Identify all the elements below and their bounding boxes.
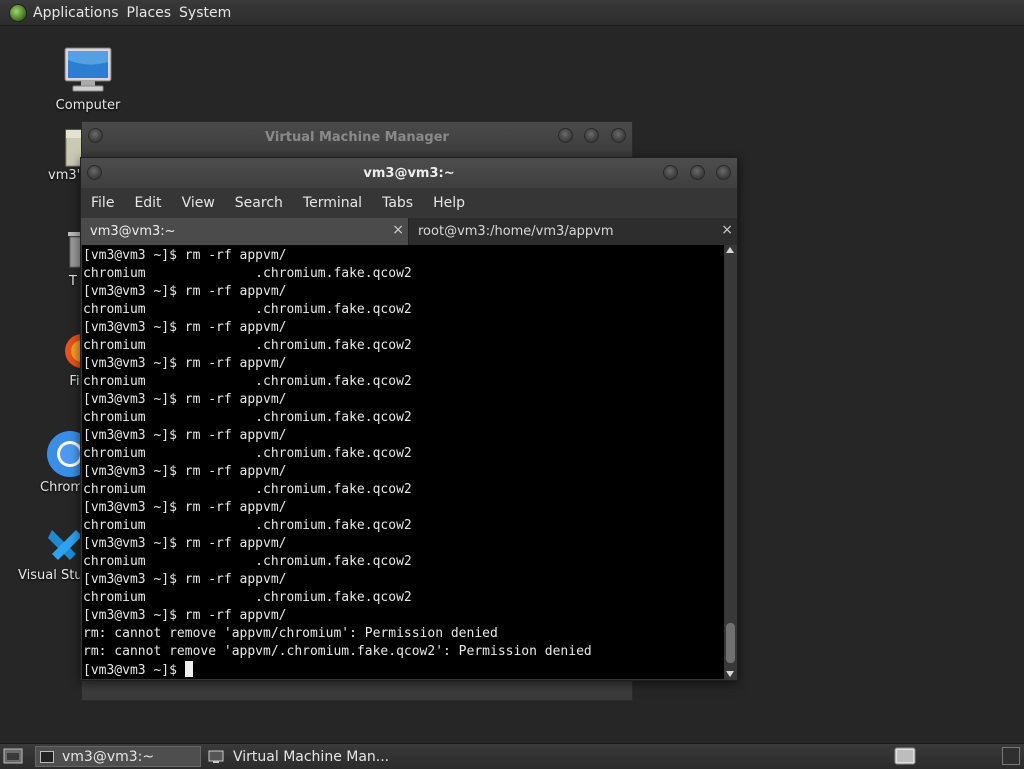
scrollbar-thumb[interactable] (726, 623, 735, 663)
terminal-line: [vm3@vm3 ~]$ rm -rf appvm/ (83, 356, 287, 371)
terminal-line: chromium .chromium.fake.qcow2 (83, 266, 412, 281)
close-button[interactable] (611, 128, 626, 143)
terminal-prompt: [vm3@vm3 ~]$ (83, 663, 185, 678)
menu-edit[interactable]: Edit (134, 195, 161, 211)
desktop-icon-home[interactable]: vm3' (48, 128, 85, 183)
terminal-output: [vm3@vm3 ~]$ rm -rf appvm/chromium .chro… (82, 245, 724, 679)
desktop-icon-label: vm3' (48, 168, 81, 183)
menu-search[interactable]: Search (235, 195, 283, 211)
window-menu-button[interactable] (87, 165, 102, 180)
maximize-button[interactable] (690, 165, 705, 180)
maximize-button[interactable] (584, 128, 599, 143)
desktop-icon-computer[interactable]: Computer (52, 46, 124, 113)
terminal-line: [vm3@vm3 ~]$ rm -rf appvm/ (83, 248, 287, 263)
terminal-line: chromium .chromium.fake.qcow2 (83, 338, 412, 353)
terminal-window[interactable]: vm3@vm3:~ File Edit View Search Terminal… (80, 157, 738, 681)
terminal-line: [vm3@vm3 ~]$ rm -rf appvm/ (83, 500, 287, 515)
terminal-line: chromium .chromium.fake.qcow2 (83, 410, 412, 425)
scroll-up-arrow-icon[interactable] (726, 247, 734, 253)
minimize-button[interactable] (663, 165, 678, 180)
workspace-switcher-icon[interactable] (894, 747, 916, 765)
taskbar-item-label: vm3@vm3:~ (62, 748, 155, 765)
terminal-line: chromium .chromium.fake.qcow2 (83, 302, 412, 317)
terminal-tabbar: vm3@vm3:~ × root@vm3:/home/vm3/appvm × (81, 218, 737, 245)
close-tab-icon[interactable]: × (392, 222, 404, 238)
distro-logo-icon[interactable] (9, 3, 27, 22)
terminal-icon (40, 750, 54, 763)
desktop-icon-label: Chrom (40, 480, 83, 495)
taskbar-item-terminal[interactable]: vm3@vm3:~ (35, 746, 201, 767)
tab-root-appvm[interactable]: root@vm3:/home/vm3/appvm × (409, 218, 737, 245)
taskbar-item-vmm[interactable]: Virtual Machine Man... (204, 746, 394, 767)
applications-menu[interactable]: Applications (33, 5, 119, 21)
terminal-line: [vm3@vm3 ~]$ rm -rf appvm/ (83, 572, 287, 587)
show-desktop-icon[interactable] (3, 747, 23, 765)
close-button[interactable] (716, 165, 731, 180)
menu-file[interactable]: File (91, 195, 114, 211)
vmm-title: Virtual Machine Manager (265, 129, 449, 145)
menu-help[interactable]: Help (433, 195, 465, 211)
menu-tabs[interactable]: Tabs (382, 195, 413, 211)
desktop-icon-label: Computer (55, 98, 121, 113)
computer-icon (64, 47, 112, 92)
terminal-line: chromium .chromium.fake.qcow2 (83, 482, 412, 497)
menu-view[interactable]: View (182, 195, 215, 211)
bottom-panel: vm3@vm3:~ Virtual Machine Man... (0, 743, 1024, 769)
terminal-line: [vm3@vm3 ~]$ rm -rf appvm/ (83, 536, 287, 551)
terminal-scrollbar[interactable] (724, 245, 737, 680)
terminal-line: chromium .chromium.fake.qcow2 (83, 446, 412, 461)
text-cursor (184, 661, 193, 677)
vmm-titlebar[interactable]: Virtual Machine Manager (82, 122, 632, 152)
taskbar-item-label: Virtual Machine Man... (233, 748, 390, 765)
notification-area[interactable] (1002, 747, 1020, 765)
terminal-line: chromium .chromium.fake.qcow2 (83, 518, 412, 533)
terminal-line: chromium .chromium.fake.qcow2 (83, 554, 412, 569)
desktop-icon-vscode[interactable]: Visual Stuc (18, 524, 90, 583)
terminal-titlebar[interactable]: vm3@vm3:~ (81, 158, 737, 188)
terminal-line: [vm3@vm3 ~]$ rm -rf appvm/ (83, 608, 287, 623)
tab-vm3-home[interactable]: vm3@vm3:~ × (81, 218, 409, 245)
desktop-icon-chromium[interactable]: Chrom (40, 428, 93, 495)
window-menu-button[interactable] (88, 128, 103, 143)
terminal-line: [vm3@vm3 ~]$ rm -rf appvm/ (83, 320, 287, 335)
system-menu[interactable]: System (179, 5, 231, 21)
chromium-icon (47, 431, 93, 477)
places-menu[interactable]: Places (127, 5, 172, 21)
terminal-line: rm: cannot remove 'appvm/chromium': Perm… (83, 626, 498, 641)
menu-terminal[interactable]: Terminal (303, 195, 362, 211)
terminal-line: [vm3@vm3 ~]$ rm -rf appvm/ (83, 284, 287, 299)
close-tab-icon[interactable]: × (721, 222, 733, 238)
terminal-line: [vm3@vm3 ~]$ rm -rf appvm/ (83, 428, 287, 443)
tab-label: root@vm3:/home/vm3/appvm (418, 224, 614, 239)
terminal-line: chromium .chromium.fake.qcow2 (83, 374, 412, 389)
terminal-line: [vm3@vm3 ~]$ rm -rf appvm/ (83, 392, 287, 407)
terminal-prompt-line: [vm3@vm3 ~]$ (83, 661, 724, 679)
terminal-menubar: File Edit View Search Terminal Tabs Help (81, 188, 737, 218)
terminal-line: chromium .chromium.fake.qcow2 (83, 590, 412, 605)
vscode-icon (48, 530, 82, 560)
top-panel: Applications Places System (0, 0, 1024, 26)
terminal-line: [vm3@vm3 ~]$ rm -rf appvm/ (83, 464, 287, 479)
desktop-icon-label: Visual Stuc (18, 568, 90, 583)
terminal-screen[interactable]: [vm3@vm3 ~]$ rm -rf appvm/chromium .chro… (82, 245, 724, 679)
minimize-button[interactable] (558, 128, 573, 143)
vmm-icon (208, 750, 224, 763)
terminal-line: rm: cannot remove 'appvm/.chromium.fake.… (83, 644, 592, 659)
scroll-down-arrow-icon[interactable] (726, 671, 734, 677)
tab-label: vm3@vm3:~ (90, 224, 176, 239)
terminal-title: vm3@vm3:~ (363, 165, 455, 181)
